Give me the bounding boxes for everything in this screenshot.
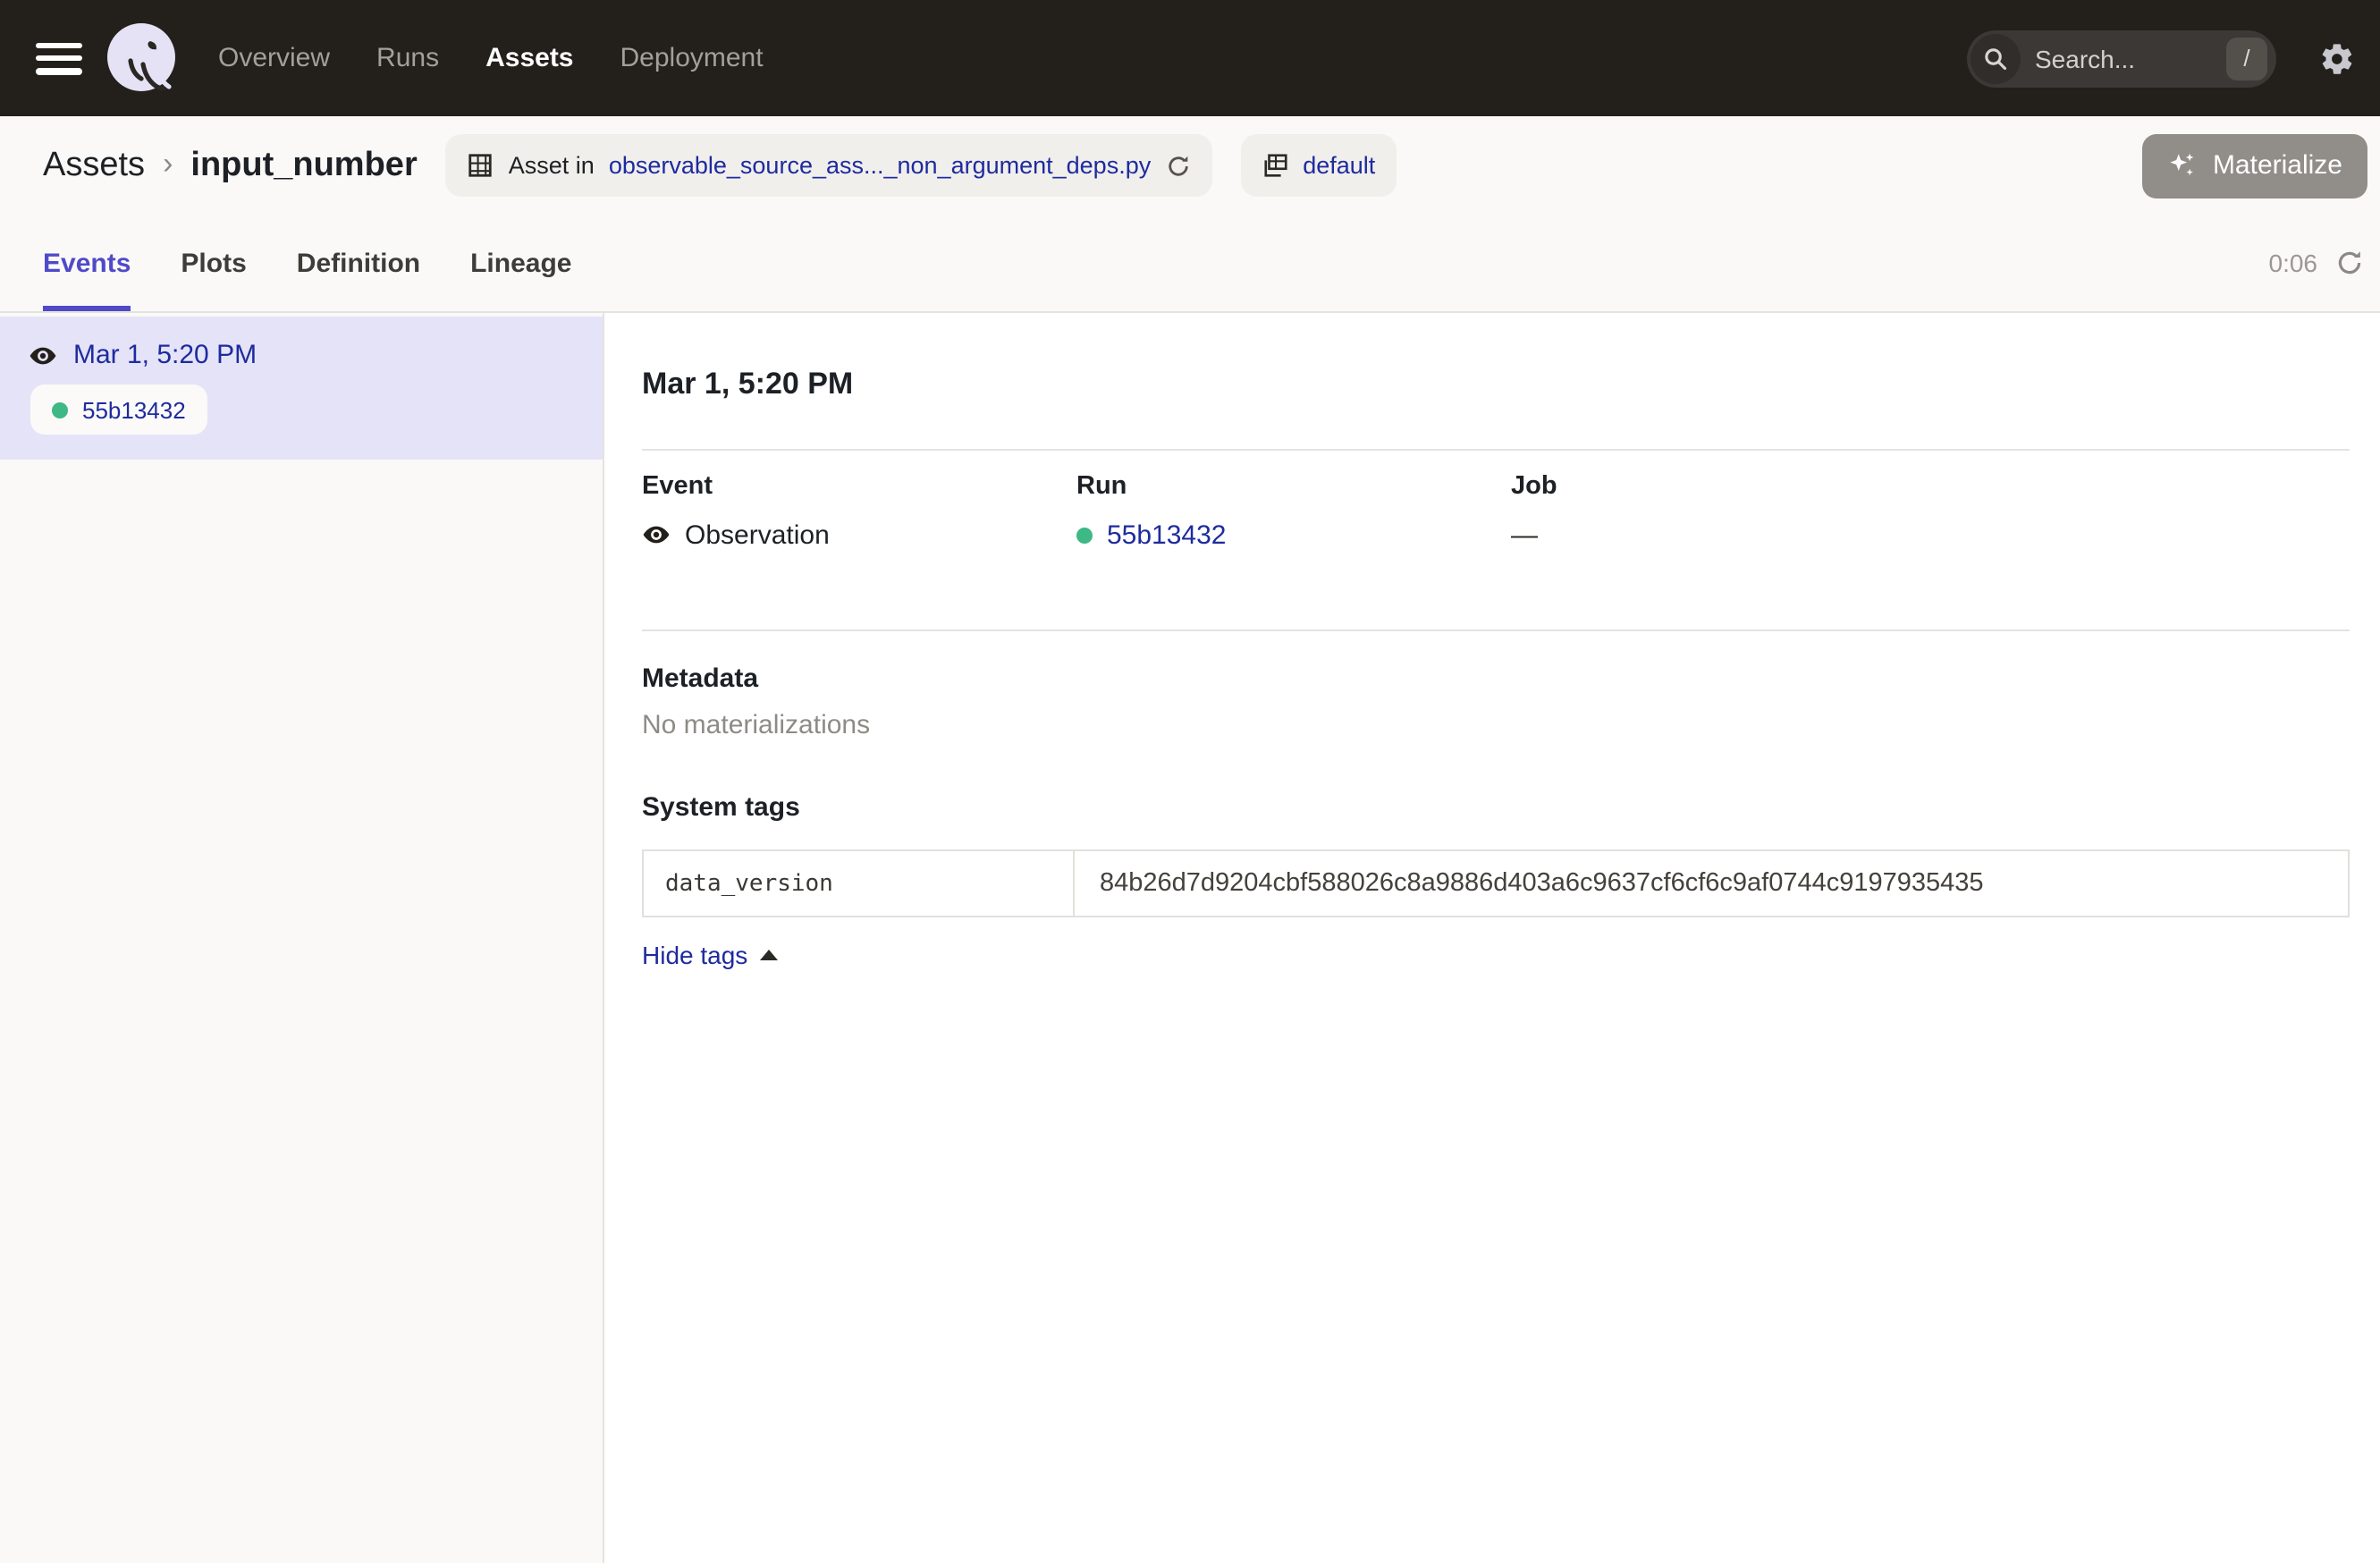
nav-link-assets[interactable]: Assets: [485, 43, 573, 73]
materialize-button[interactable]: Materialize: [2143, 133, 2367, 198]
nav-link-deployment[interactable]: Deployment: [620, 43, 764, 73]
metadata-heading: Metadata: [642, 663, 2350, 694]
table-grid-icon: [468, 152, 494, 179]
tabs-bar: Events Plots Definition Lineage 0:06: [0, 215, 2380, 313]
event-type-value: Observation: [685, 520, 830, 550]
breadcrumb-chevron-icon: ›: [163, 148, 173, 179]
reload-definitions-icon[interactable]: [1165, 153, 1190, 178]
code-location-chip: default: [1240, 134, 1397, 197]
settings-gear-icon[interactable]: [2319, 40, 2355, 76]
app-window: Overview Runs Assets Deployment Search..…: [0, 0, 2380, 1563]
observation-eye-icon: [29, 341, 57, 369]
page-header: Assets › input_number Asset in observabl…: [0, 116, 2380, 313]
code-location-link[interactable]: default: [1303, 152, 1375, 179]
observation-eye-icon: [642, 520, 671, 549]
event-summary-columns: Event Observation Run 55b13432: [642, 472, 2350, 551]
tag-key-cell: data_version: [643, 850, 1074, 917]
divider: [642, 449, 2350, 451]
run-column: Run 55b13432: [1076, 472, 1511, 551]
event-column: Event Observation: [642, 472, 1076, 551]
run-id-pill[interactable]: 55b13432: [30, 384, 207, 435]
nav-link-runs[interactable]: Runs: [376, 43, 439, 73]
refresh-countdown: 0:06: [2269, 249, 2318, 277]
job-column-label: Job: [1511, 472, 1945, 503]
materialize-label: Materialize: [2213, 150, 2342, 181]
run-status-dot: [52, 401, 68, 418]
hide-tags-link[interactable]: Hide tags: [642, 941, 778, 969]
event-column-label: Event: [642, 472, 1076, 503]
asset-chip-prefix: Asset in: [509, 152, 595, 179]
dagster-logo[interactable]: [107, 21, 179, 96]
sparkle-icon: [2168, 150, 2199, 181]
nav-links: Overview Runs Assets Deployment: [218, 43, 764, 73]
page-title: input_number: [190, 146, 417, 185]
metadata-empty-text: No materializations: [642, 710, 2350, 740]
divider: [642, 629, 2350, 631]
asset-definition-chip: Asset in observable_source_ass..._non_ar…: [446, 134, 1211, 197]
job-empty-value: —: [1511, 520, 1538, 550]
refresh-timer-group: 0:06: [2269, 215, 2365, 311]
content-body: Mar 1, 5:20 PM 55b13432 Mar 1, 5:20 PM E…: [0, 313, 2380, 1563]
event-list-item[interactable]: Mar 1, 5:20 PM 55b13432: [0, 317, 603, 460]
asset-definition-link[interactable]: observable_source_ass..._non_argument_de…: [609, 152, 1151, 179]
tab-lineage[interactable]: Lineage: [470, 215, 571, 311]
top-navbar: Overview Runs Assets Deployment Search..…: [0, 0, 2380, 116]
octopus-icon: [107, 21, 186, 99]
system-tags-heading: System tags: [642, 792, 2350, 823]
run-id-link[interactable]: 55b13432: [1107, 520, 1227, 550]
menu-icon[interactable]: [36, 42, 82, 74]
event-detail-panel: Mar 1, 5:20 PM Event Observation Run: [604, 313, 2380, 1563]
job-column: Job —: [1511, 472, 1945, 551]
event-detail-title: Mar 1, 5:20 PM: [642, 365, 2350, 404]
system-tags-table: data_version 84b26d7d9204cbf588026c8a988…: [642, 849, 2350, 917]
tab-events[interactable]: Events: [43, 215, 131, 311]
run-column-label: Run: [1076, 472, 1511, 503]
event-list-sidebar: Mar 1, 5:20 PM 55b13432: [0, 313, 604, 1563]
collapse-caret-icon: [760, 950, 778, 960]
search-icon: [1971, 33, 2021, 83]
refresh-icon[interactable]: [2335, 249, 2364, 277]
nav-link-overview[interactable]: Overview: [218, 43, 330, 73]
run-id-label: 55b13432: [82, 396, 186, 423]
search-input[interactable]: Search... /: [1967, 30, 2276, 87]
tab-plots[interactable]: Plots: [181, 215, 246, 311]
event-timestamp: Mar 1, 5:20 PM: [73, 340, 257, 370]
hide-tags-label: Hide tags: [642, 941, 747, 969]
tabs: Events Plots Definition Lineage: [43, 215, 571, 311]
run-status-dot: [1076, 527, 1093, 543]
tab-definition[interactable]: Definition: [297, 215, 420, 311]
search-shortcut-key: /: [2226, 37, 2267, 80]
breadcrumb-assets-link[interactable]: Assets: [43, 146, 145, 185]
breadcrumb: Assets › input_number Asset in observabl…: [0, 116, 2380, 215]
repo-grid-icon: [1262, 152, 1288, 179]
tag-value-cell: 84b26d7d9204cbf588026c8a9886d403a6c9637c…: [1074, 850, 2349, 917]
search-placeholder: Search...: [2035, 44, 2226, 72]
table-row: data_version 84b26d7d9204cbf588026c8a988…: [643, 850, 2349, 917]
